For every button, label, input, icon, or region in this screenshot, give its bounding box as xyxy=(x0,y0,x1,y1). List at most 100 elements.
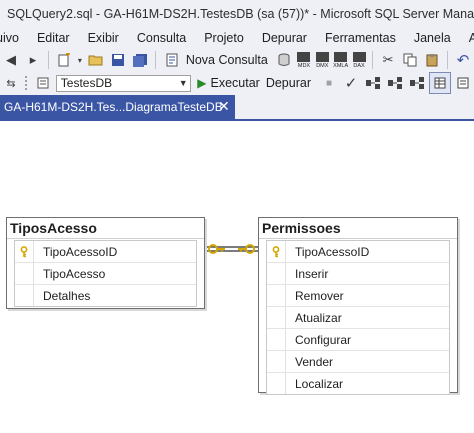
relationship-key-right-icon xyxy=(238,244,255,254)
table-tiposacesso[interactable]: TiposAcesso TipoAcessoID TipoAcesso Deta… xyxy=(6,217,205,309)
debug-button[interactable]: Depurar xyxy=(266,76,311,90)
copy-icon[interactable] xyxy=(400,50,420,70)
save-all-icon[interactable] xyxy=(130,50,150,70)
paste-icon[interactable] xyxy=(422,50,442,70)
row-selector xyxy=(267,285,286,306)
xmla-icon xyxy=(334,51,348,62)
column-name: TipoAcesso xyxy=(43,266,106,281)
column-name: Inserir xyxy=(295,266,329,281)
query-options-icon[interactable] xyxy=(385,73,405,93)
cancel-query-icon[interactable]: ■ xyxy=(319,73,339,93)
dmx-query-button[interactable]: DMX xyxy=(314,50,330,70)
column-list: TipoAcessoID Inserir Remover Atualizar C… xyxy=(266,240,450,395)
intellisense-icon[interactable] xyxy=(407,73,427,93)
display-plan-icon[interactable] xyxy=(363,73,383,93)
cut-icon[interactable]: ✂ xyxy=(378,50,398,70)
table-permissoes[interactable]: Permissoes TipoAcessoID Inserir Remover … xyxy=(258,217,458,395)
row-selector xyxy=(267,351,286,372)
menu-edit[interactable]: Editar xyxy=(28,31,79,45)
tab-label: GA-H61M-DS2H.Tes...DiagramaTesteDB xyxy=(4,100,223,114)
chevron-down-icon[interactable]: ▼ xyxy=(176,78,190,88)
table-title[interactable]: Permissoes xyxy=(259,218,457,239)
tab-diagram[interactable]: GA-H61M-DS2H.Tes...DiagramaTesteDB ✕ xyxy=(0,95,235,119)
toolbar-divider xyxy=(154,51,156,69)
column-row[interactable]: TipoAcesso xyxy=(15,263,196,285)
toolbar-divider xyxy=(447,51,448,69)
toolbar-grip[interactable] xyxy=(24,75,28,91)
undo-icon[interactable]: ↶ xyxy=(453,50,473,70)
new-project-icon[interactable] xyxy=(54,50,74,70)
toolbar-divider xyxy=(48,51,49,69)
row-selector xyxy=(267,263,286,284)
column-name: Vender xyxy=(295,354,334,369)
database-selected-value: TestesDB xyxy=(60,76,113,90)
window-title: SQLQuery2.sql - GA-H61M-DS2H.TestesDB (s… xyxy=(7,6,474,21)
menu-help[interactable]: Ajuda xyxy=(460,31,474,45)
standard-toolbar: ◀ ▸ ▾ Nova Consulta MDX DMX XMLA DAX ✂ ↶ xyxy=(0,48,474,72)
column-row[interactable]: TipoAcessoID xyxy=(15,241,196,263)
column-row[interactable]: Remover xyxy=(267,285,449,307)
menu-debug[interactable]: Depurar xyxy=(253,31,316,45)
mdx-query-button[interactable]: MDX xyxy=(296,50,312,70)
available-databases-dropdown[interactable]: TestesDB ▼ xyxy=(55,74,192,92)
row-selector xyxy=(267,307,286,328)
dax-query-button[interactable]: DAX xyxy=(351,50,367,70)
column-row[interactable]: Atualizar xyxy=(267,307,449,329)
menu-view[interactable]: Exibir xyxy=(79,31,128,45)
toolbar-divider xyxy=(372,51,374,69)
dmx-icon xyxy=(315,51,329,62)
back-icon[interactable]: ◀ xyxy=(1,50,21,70)
results-to-text-icon[interactable] xyxy=(453,73,473,93)
new-query-button[interactable]: Nova Consulta xyxy=(186,53,268,67)
menu-query[interactable]: Consulta xyxy=(128,31,195,45)
column-list: TipoAcessoID TipoAcesso Detalhes xyxy=(14,240,197,307)
connect-object-explorer-icon[interactable]: ⇆ xyxy=(1,73,21,93)
execute-play-icon: ▶ xyxy=(197,76,207,90)
new-query-icon[interactable] xyxy=(162,50,182,70)
column-name: Atualizar xyxy=(295,310,342,325)
dropdown-caret-icon[interactable]: ▾ xyxy=(76,50,84,70)
forward-icon[interactable]: ▸ xyxy=(23,50,43,70)
table-title[interactable]: TiposAcesso xyxy=(7,218,204,239)
sql-editor-toolbar: ⇆ TestesDB ▼ ▶ Executar Depurar ■ ✓ xyxy=(0,72,474,94)
title-bar: SQLQuery2.sql - GA-H61M-DS2H.TestesDB (s… xyxy=(0,0,474,27)
database-query-icon[interactable] xyxy=(274,50,294,70)
menu-tools[interactable]: Ferramentas xyxy=(316,31,405,45)
save-icon[interactable] xyxy=(108,50,128,70)
menu-window[interactable]: Janela xyxy=(405,31,460,45)
diagram-canvas[interactable]: TiposAcesso TipoAcessoID TipoAcesso Deta… xyxy=(0,121,474,433)
menu-bar: uivo Editar Exibir Consulta Projeto Depu… xyxy=(0,27,474,48)
parse-check-icon[interactable]: ✓ xyxy=(341,73,361,93)
column-name: Remover xyxy=(295,288,344,303)
relationship-key-left-icon xyxy=(208,244,225,254)
column-row[interactable]: Inserir xyxy=(267,263,449,285)
change-connection-icon[interactable] xyxy=(33,73,53,93)
menu-file[interactable]: uivo xyxy=(0,31,28,45)
row-selector xyxy=(15,285,34,306)
column-row[interactable]: Localizar xyxy=(267,373,449,394)
execute-button[interactable]: ▶ Executar xyxy=(197,76,260,90)
column-row[interactable]: Detalhes xyxy=(15,285,196,306)
column-name: Localizar xyxy=(295,376,344,391)
primary-key-icon xyxy=(267,241,286,262)
close-icon[interactable]: ✕ xyxy=(218,98,230,115)
primary-key-icon xyxy=(15,241,34,262)
row-selector xyxy=(267,373,286,394)
results-to-grid-icon[interactable] xyxy=(429,72,451,94)
document-tab-strip: GA-H61M-DS2H.Tes...DiagramaTesteDB ✕ xyxy=(0,94,474,121)
column-row[interactable]: TipoAcessoID xyxy=(267,241,449,263)
dax-icon xyxy=(352,51,366,62)
row-selector xyxy=(267,329,286,350)
column-name: TipoAcessoID xyxy=(43,244,118,259)
mdx-icon xyxy=(297,51,311,62)
column-name: Detalhes xyxy=(43,288,91,303)
column-name: TipoAcessoID xyxy=(295,244,370,259)
row-selector xyxy=(15,263,34,284)
menu-project[interactable]: Projeto xyxy=(195,31,253,45)
open-file-icon[interactable] xyxy=(86,50,106,70)
column-row[interactable]: Configurar xyxy=(267,329,449,351)
xmla-query-button[interactable]: XMLA xyxy=(333,50,349,70)
column-row[interactable]: Vender xyxy=(267,351,449,373)
column-name: Configurar xyxy=(295,332,352,347)
execute-label: Executar xyxy=(210,76,260,90)
